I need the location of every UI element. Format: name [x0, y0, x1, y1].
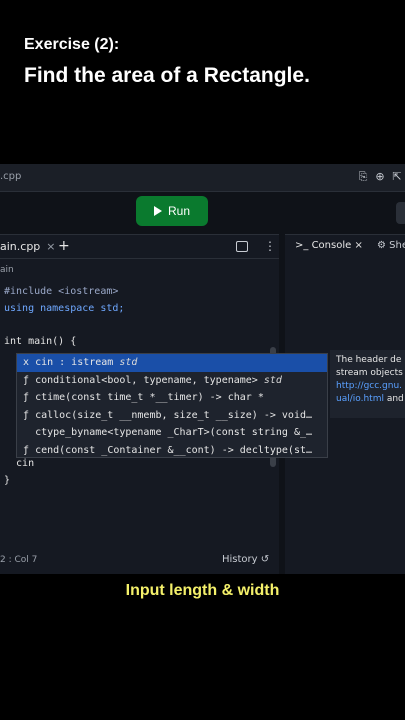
code-line: using namespace std;: [4, 303, 125, 314]
exercise-title: Find the area of a Rectangle.: [24, 64, 310, 87]
tab-console[interactable]: >_ Console ×: [295, 240, 363, 251]
doc-line: stream objects: [336, 368, 403, 378]
caption-bottom: Input length & width: [125, 582, 280, 599]
url-filename: .cpp: [0, 171, 22, 182]
autocomplete-item[interactable]: x cin : istream std: [17, 354, 327, 372]
editor-tabbar: ain.cpp × + ⋮: [0, 235, 279, 259]
doc-link[interactable]: ual/io.html: [336, 394, 384, 404]
run-toolbar: Run: [0, 192, 405, 232]
zoom-icon[interactable]: ⊕: [373, 170, 387, 184]
shell-icon: ⚙: [377, 240, 386, 251]
status-bar: 2 : Col 7 History ↺: [0, 547, 279, 575]
url-bar: .cpp ⎘ ⊕ ⇱: [0, 164, 405, 192]
share-icon[interactable]: ⇱: [390, 170, 404, 184]
history-button[interactable]: History ↺: [222, 554, 269, 565]
code-line: }: [4, 475, 11, 486]
autocomplete-item[interactable]: ƒ conditional<bool, typename, typename> …: [17, 372, 327, 390]
close-icon[interactable]: ×: [46, 240, 55, 253]
screenshot-icon[interactable]: ⎘: [356, 170, 370, 184]
exercise-label: Exercise (2):: [24, 36, 120, 53]
more-options-icon[interactable]: ⋮: [264, 239, 276, 253]
autocomplete-popup: x cin : istream std ƒ conditional<bool, …: [16, 353, 328, 458]
terminal-icon: >_: [295, 240, 309, 251]
history-label: History: [222, 554, 258, 565]
autocomplete-item[interactable]: ƒ cend(const _Container &__cont) -> decl…: [17, 442, 327, 460]
code-line: int main() {: [4, 336, 77, 347]
doc-line: and: [383, 394, 404, 404]
history-icon: ↺: [260, 554, 270, 565]
list-icon[interactable]: [236, 241, 248, 252]
code-line: #include <iostream>: [4, 286, 119, 297]
doc-line: The header de: [336, 355, 402, 365]
tab-shell[interactable]: ⚙ She: [377, 240, 405, 251]
shell-label: She: [389, 240, 405, 251]
run-label: Run: [167, 204, 190, 218]
close-icon[interactable]: ×: [354, 240, 362, 251]
autocomplete-item[interactable]: ƒ ctime(const time_t *__timer) -> char *: [17, 389, 327, 407]
tab-main-cpp[interactable]: ain.cpp ×: [0, 240, 56, 253]
cursor-position: 2 : Col 7: [0, 555, 38, 565]
side-panel-toggle[interactable]: [396, 202, 405, 224]
doc-link[interactable]: http://gcc.gnu.: [336, 380, 405, 393]
autocomplete-item[interactable]: ctype_byname<typename _CharT>(const stri…: [17, 424, 327, 442]
console-label: Console: [311, 240, 352, 251]
caption-top: Exercise (2): Find the area of a Rectang…: [24, 36, 310, 88]
breadcrumb: ain: [0, 265, 14, 275]
documentation-panel: The header de stream objects http://gcc.…: [330, 350, 405, 418]
new-tab-button[interactable]: +: [58, 238, 70, 254]
run-button[interactable]: Run: [136, 196, 208, 226]
play-icon: [153, 206, 162, 216]
tab-label: ain.cpp: [0, 240, 41, 253]
autocomplete-item[interactable]: ƒ calloc(size_t __nmemb, size_t __size) …: [17, 407, 327, 425]
